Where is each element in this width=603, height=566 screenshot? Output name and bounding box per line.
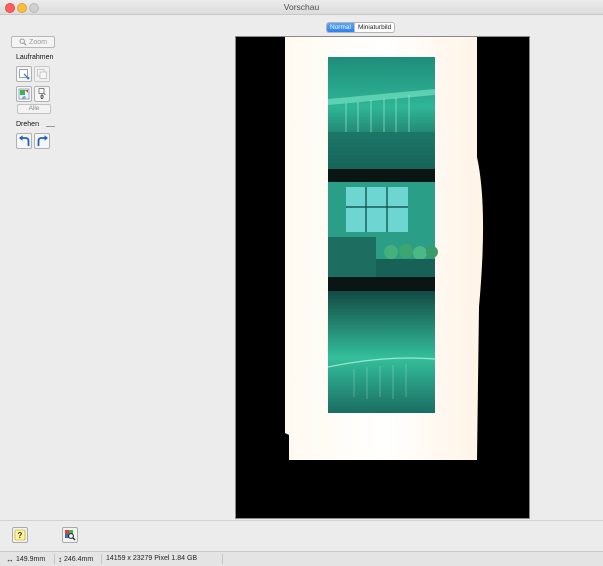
auto-frame-button[interactable]: ab bbox=[16, 86, 32, 102]
help-question-icon: ? bbox=[14, 529, 26, 541]
status-divider bbox=[54, 554, 55, 564]
rotate-left-icon bbox=[18, 134, 29, 146]
status-bar: ↔ 149.9mm ↕ 246.4mm 14159 x 23279 Pixel … bbox=[0, 551, 603, 566]
scan-preview-area[interactable] bbox=[235, 36, 530, 519]
duplicate-frame-button[interactable] bbox=[34, 66, 50, 82]
svg-text:ab: ab bbox=[22, 96, 26, 100]
rotate-right-icon bbox=[37, 134, 48, 146]
frame-counter-button[interactable]: 0 bbox=[34, 86, 50, 102]
add-frame-button[interactable] bbox=[16, 66, 32, 82]
frame-count: 0 bbox=[40, 94, 44, 101]
pixel-size-readout: 14159 x 23279 Pixel 1.84 GB bbox=[106, 555, 197, 562]
zoom-button-label: Zoom bbox=[29, 38, 47, 46]
title-bar: Vorschau bbox=[0, 0, 603, 15]
status-divider bbox=[222, 554, 223, 564]
rotate-right-button[interactable] bbox=[34, 133, 50, 149]
rotate-divider bbox=[46, 126, 55, 127]
scan-preview-window: Vorschau Normal Miniaturbild Zoom Laufra… bbox=[0, 0, 603, 566]
width-readout: ↔ 149.9mm bbox=[6, 555, 45, 564]
view-mode-normal-tab[interactable]: Normal bbox=[327, 23, 354, 32]
svg-text:?: ? bbox=[18, 531, 23, 540]
width-arrows-icon: ↔ bbox=[6, 555, 14, 564]
tool-sidebar: Zoom Laufrahmen ab 0 Alle Drehen bbox=[6, 33, 228, 518]
color-eyedropper-icon bbox=[65, 530, 76, 541]
window-title: Vorschau bbox=[283, 2, 320, 12]
frame-stack-icon bbox=[38, 87, 46, 95]
view-mode-segmented-control: Normal Miniaturbild bbox=[326, 22, 396, 33]
color-picker-button[interactable] bbox=[62, 527, 78, 543]
height-readout: ↕ 246.4mm bbox=[58, 555, 93, 564]
width-value: 149.9mm bbox=[16, 556, 46, 563]
auto-frame-icon: ab bbox=[18, 88, 30, 100]
frames-heading: Laufrahmen bbox=[16, 54, 54, 61]
pixel-size-value: 14159 x 23279 Pixel 1.84 GB bbox=[106, 555, 198, 562]
magnifier-icon bbox=[19, 38, 27, 46]
height-arrows-icon: ↕ bbox=[58, 555, 62, 564]
rotate-heading: Drehen bbox=[16, 121, 39, 128]
height-value: 246.4mm bbox=[64, 556, 94, 563]
film-strip-image bbox=[285, 37, 484, 460]
rotate-left-button[interactable] bbox=[16, 133, 32, 149]
select-all-frames-button[interactable]: Alle bbox=[17, 104, 51, 114]
status-divider bbox=[101, 554, 102, 564]
help-button[interactable]: ? bbox=[12, 527, 28, 543]
bottom-toolbar-divider bbox=[0, 520, 603, 521]
add-frame-icon bbox=[19, 69, 30, 80]
view-mode-thumbnail-tab[interactable]: Miniaturbild bbox=[353, 23, 394, 32]
zoom-button[interactable]: Zoom bbox=[11, 36, 55, 48]
duplicate-frame-icon bbox=[37, 69, 47, 79]
